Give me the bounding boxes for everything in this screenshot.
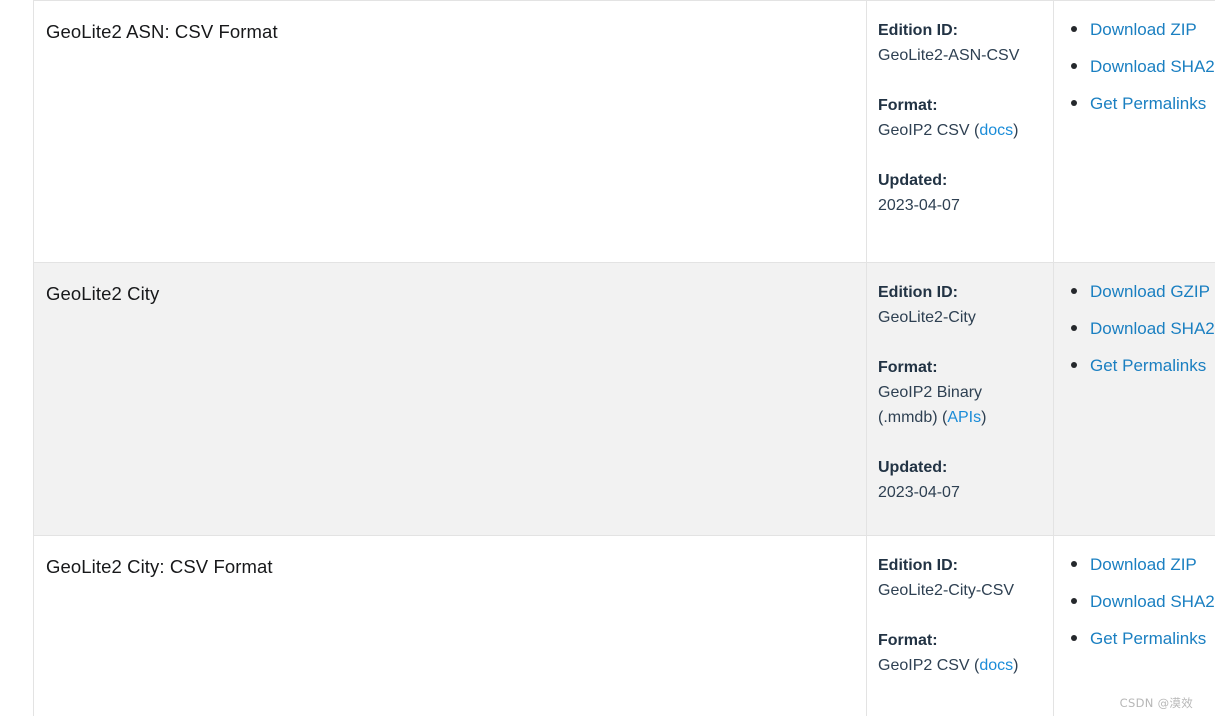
format-group: Format: GeoIP2 CSV (docs) [878, 93, 1043, 143]
list-item: Download ZIP [1062, 552, 1215, 577]
list-item: Get Permalinks [1062, 91, 1215, 116]
format-group: Format: GeoIP2 Binary (.mmdb) (APIs) [878, 355, 1043, 430]
format-group: Format: GeoIP2 CSV (docs) [878, 628, 1043, 678]
row-name-cell: GeoLite2 City: CSV Format [33, 535, 867, 716]
updated-label: Updated: [878, 459, 948, 476]
edition-id-label: Edition ID: [878, 22, 958, 39]
database-name: GeoLite2 City [46, 283, 160, 304]
geolite-database-table: GeoLite2 ASN: CSV Format Edition ID: Geo… [33, 0, 1215, 716]
database-name: GeoLite2 ASN: CSV Format [46, 21, 278, 42]
row-links-cell: Download ZIP Download SHA256 Get Permali… [1053, 535, 1215, 716]
database-table-container: GeoLite2 ASN: CSV Format Edition ID: Geo… [33, 0, 1215, 716]
row-name-cell: GeoLite2 ASN: CSV Format [33, 0, 867, 263]
updated-label: Updated: [878, 172, 948, 189]
download-sha256-link[interactable]: Download SHA256 [1090, 592, 1215, 611]
list-item: Download SHA256 [1062, 54, 1215, 79]
bullet-icon [1071, 100, 1077, 106]
list-item: Download GZIP [1062, 279, 1215, 304]
get-permalinks-link[interactable]: Get Permalinks [1090, 94, 1206, 113]
format-docs-link[interactable]: docs [979, 122, 1013, 139]
edition-id-group: Edition ID: GeoLite2-City-CSV [878, 553, 1043, 603]
row-detail-cell: Edition ID: GeoLite2-City Format: GeoIP2… [866, 262, 1054, 536]
updated-value: 2023-04-07 [878, 484, 960, 501]
page-root: GeoLite2 ASN: CSV Format Edition ID: Geo… [0, 0, 1215, 716]
bullet-icon [1071, 635, 1077, 641]
edition-id-value: GeoLite2-ASN-CSV [878, 47, 1020, 64]
format-label: Format: [878, 359, 938, 376]
bullet-icon [1071, 26, 1077, 32]
format-apis-link[interactable]: APIs [947, 409, 981, 426]
bullet-icon [1071, 288, 1077, 294]
format-value: GeoIP2 CSV (docs) [878, 653, 1043, 678]
bullet-icon [1071, 63, 1077, 69]
row-links-cell: Download GZIP Download SHA256 Get Permal… [1053, 262, 1215, 536]
edition-id-label: Edition ID: [878, 557, 958, 574]
get-permalinks-link[interactable]: Get Permalinks [1090, 356, 1206, 375]
format-value: GeoIP2 Binary (.mmdb) (APIs) [878, 380, 1043, 430]
format-text: GeoIP2 CSV ( [878, 657, 980, 674]
edition-id-value: GeoLite2-City-CSV [878, 582, 1015, 599]
row-links-cell: Download ZIP Download SHA256 Get Permali… [1053, 0, 1215, 263]
download-sha256-link[interactable]: Download SHA256 [1090, 319, 1215, 338]
format-text-after: ) [1013, 657, 1019, 674]
format-label: Format: [878, 632, 938, 649]
list-item: Get Permalinks [1062, 353, 1215, 378]
format-docs-link[interactable]: docs [979, 657, 1013, 674]
table-row: GeoLite2 City: CSV Format Edition ID: Ge… [33, 535, 1215, 716]
database-name: GeoLite2 City: CSV Format [46, 556, 273, 577]
row-detail-cell: Edition ID: GeoLite2-City-CSV Format: Ge… [866, 535, 1054, 716]
table-row: GeoLite2 City Edition ID: GeoLite2-City … [33, 262, 1215, 536]
edition-id-label: Edition ID: [878, 284, 958, 301]
edition-id-value: GeoLite2-City [878, 309, 976, 326]
list-item: Get Permalinks [1062, 626, 1215, 651]
bullet-icon [1071, 561, 1077, 567]
updated-group: Updated: 2023-04-07 [878, 168, 1043, 218]
format-text-after: ) [1013, 122, 1019, 139]
download-sha256-link[interactable]: Download SHA256 [1090, 57, 1215, 76]
download-archive-link[interactable]: Download ZIP [1090, 555, 1197, 574]
list-item: Download ZIP [1062, 17, 1215, 42]
download-link-list: Download ZIP Download SHA256 Get Permali… [1062, 552, 1215, 651]
bullet-icon [1071, 598, 1077, 604]
bullet-icon [1071, 325, 1077, 331]
updated-group: Updated: 2023-04-07 [878, 455, 1043, 505]
download-archive-link[interactable]: Download GZIP [1090, 282, 1210, 301]
table-row: GeoLite2 ASN: CSV Format Edition ID: Geo… [33, 0, 1215, 263]
list-item: Download SHA256 [1062, 316, 1215, 341]
row-name-cell: GeoLite2 City [33, 262, 867, 536]
format-value: GeoIP2 CSV (docs) [878, 118, 1043, 143]
format-text-after: ) [981, 409, 987, 426]
download-archive-link[interactable]: Download ZIP [1090, 20, 1197, 39]
download-link-list: Download ZIP Download SHA256 Get Permali… [1062, 17, 1215, 116]
bullet-icon [1071, 362, 1077, 368]
list-item: Download SHA256 [1062, 589, 1215, 614]
row-detail-cell: Edition ID: GeoLite2-ASN-CSV Format: Geo… [866, 0, 1054, 263]
format-label: Format: [878, 97, 938, 114]
updated-value: 2023-04-07 [878, 197, 960, 214]
table-body: GeoLite2 ASN: CSV Format Edition ID: Geo… [33, 0, 1215, 716]
download-link-list: Download GZIP Download SHA256 Get Permal… [1062, 279, 1215, 378]
edition-id-group: Edition ID: GeoLite2-City [878, 280, 1043, 330]
format-text: GeoIP2 CSV ( [878, 122, 980, 139]
edition-id-group: Edition ID: GeoLite2-ASN-CSV [878, 18, 1043, 68]
get-permalinks-link[interactable]: Get Permalinks [1090, 629, 1206, 648]
